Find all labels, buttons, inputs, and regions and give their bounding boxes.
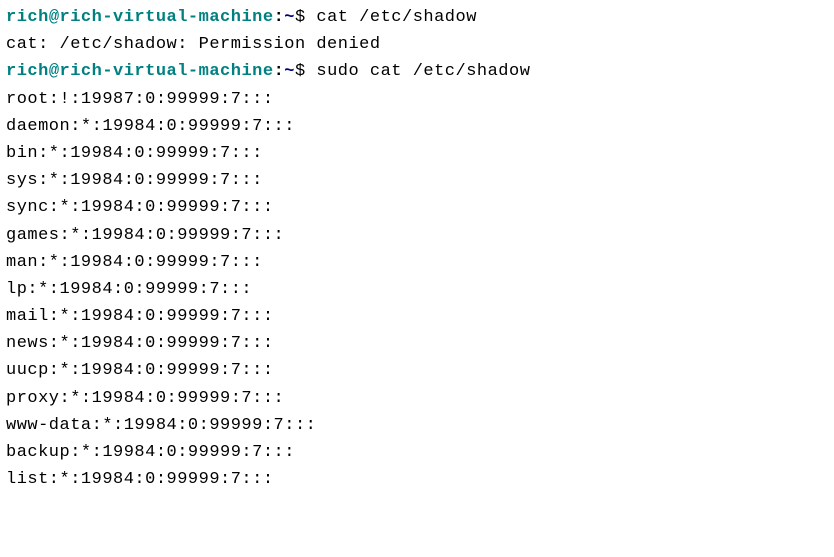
prompt-host: rich-virtual-machine [60,62,274,81]
prompt-user: rich [6,8,49,27]
shadow-line: sys:*:19984:0:99999:7::: [6,167,828,194]
terminal-line-1: rich@rich-virtual-machine:~$ cat /etc/sh… [6,4,828,31]
prompt-dollar: $ [295,8,316,27]
shadow-line: sync:*:19984:0:99999:7::: [6,194,828,221]
terminal-line-2: rich@rich-virtual-machine:~$ sudo cat /e… [6,58,828,85]
shadow-line: proxy:*:19984:0:99999:7::: [6,385,828,412]
shadow-line: lp:*:19984:0:99999:7::: [6,276,828,303]
prompt-dollar: $ [295,62,316,81]
shadow-line: bin:*:19984:0:99999:7::: [6,140,828,167]
shadow-line: backup:*:19984:0:99999:7::: [6,439,828,466]
shadow-line: root:!:19987:0:99999:7::: [6,86,828,113]
shadow-line: man:*:19984:0:99999:7::: [6,249,828,276]
shadow-line: uucp:*:19984:0:99999:7::: [6,357,828,384]
prompt-at: @ [49,62,60,81]
shadow-line: news:*:19984:0:99999:7::: [6,330,828,357]
shadow-line: games:*:19984:0:99999:7::: [6,222,828,249]
prompt-colon: : [274,62,285,81]
prompt-path: ~ [284,62,295,81]
prompt-user: rich [6,62,49,81]
output-denied: cat: /etc/shadow: Permission denied [6,31,828,58]
prompt-colon: : [274,8,285,27]
shadow-line: mail:*:19984:0:99999:7::: [6,303,828,330]
command-1[interactable]: cat /etc/shadow [316,8,477,27]
prompt-host: rich-virtual-machine [60,8,274,27]
shadow-line: daemon:*:19984:0:99999:7::: [6,113,828,140]
shadow-line: list:*:19984:0:99999:7::: [6,466,828,493]
prompt-path: ~ [284,8,295,27]
command-2[interactable]: sudo cat /etc/shadow [316,62,530,81]
shadow-line: www-data:*:19984:0:99999:7::: [6,412,828,439]
prompt-at: @ [49,8,60,27]
